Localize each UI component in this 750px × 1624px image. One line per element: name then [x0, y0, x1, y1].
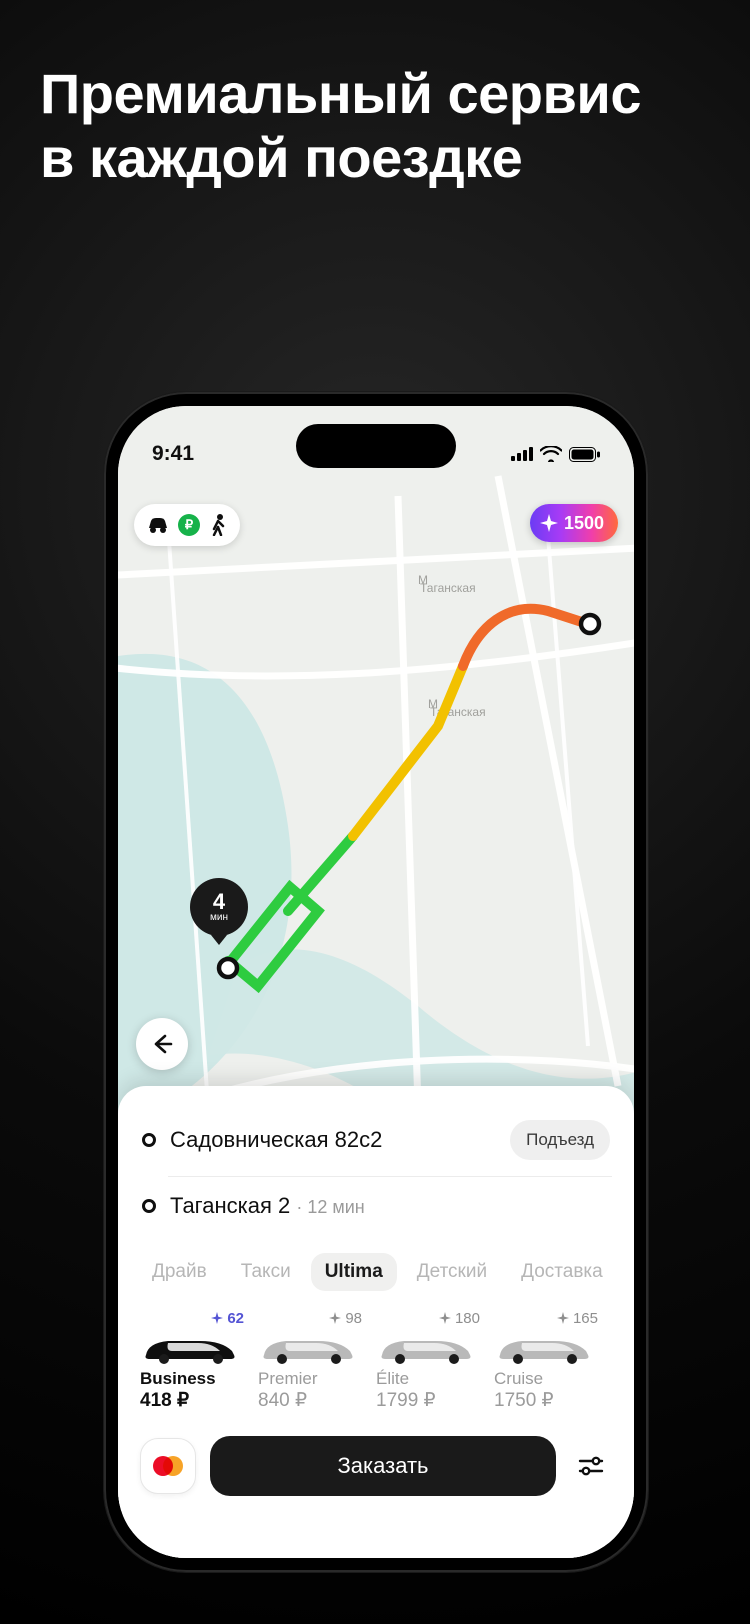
- tariff-points: 165: [494, 1309, 604, 1327]
- car-illustration: [376, 1329, 486, 1363]
- car-illustration: [494, 1329, 604, 1363]
- pickup-dot-icon: [142, 1133, 156, 1147]
- tariff-price: 840 ₽: [258, 1389, 368, 1412]
- plus-points-value: 1500: [564, 513, 604, 534]
- person-walk-icon: [208, 514, 228, 536]
- car-icon: [146, 516, 170, 534]
- ride-options-button[interactable]: [570, 1438, 612, 1494]
- status-indicators: [511, 446, 600, 462]
- tab-детский[interactable]: Детский: [403, 1253, 501, 1291]
- ride-sheet: Садовническая 82с2 Подъезд Таганская 2 ·…: [118, 1086, 634, 1558]
- tariff-name: Business: [140, 1369, 250, 1389]
- svg-text:₽: ₽: [185, 517, 194, 532]
- payment-method-button[interactable]: [140, 1438, 196, 1494]
- order-button-label: Заказать: [338, 1453, 429, 1479]
- destination-row[interactable]: Таганская 2 · 12 мин: [140, 1181, 612, 1231]
- wifi-icon: [540, 446, 562, 462]
- svg-text:М: М: [428, 697, 438, 711]
- ruble-badge-icon: ₽: [178, 514, 200, 536]
- tariff-name: Cruise: [494, 1369, 604, 1389]
- ride-progress-pill[interactable]: ₽: [134, 504, 240, 546]
- tab-доставка[interactable]: Доставка: [507, 1253, 614, 1291]
- dynamic-island: [296, 424, 456, 468]
- tab-такси[interactable]: Такси: [227, 1253, 305, 1291]
- map-label-taganskaya-1: Таганская: [420, 581, 476, 595]
- tariff-name: Premier: [258, 1369, 368, 1389]
- phone-frame: 9:41 Таганская: [104, 392, 648, 1572]
- status-time: 9:41: [152, 442, 194, 466]
- tariff-points: 180: [376, 1309, 486, 1327]
- tariff-premier[interactable]: 98 Premier840 ₽: [258, 1309, 368, 1412]
- order-button[interactable]: Заказать: [210, 1436, 556, 1496]
- mastercard-icon: [153, 1456, 183, 1476]
- tariff-price: 1750 ₽: [494, 1389, 604, 1412]
- tariff-cruise[interactable]: 165 Cruise1750 ₽: [494, 1309, 604, 1412]
- destination-eta: 12 мин: [307, 1197, 364, 1217]
- sliders-icon: [578, 1455, 604, 1477]
- promo-headline: Премиальный сервис в каждой поездке: [40, 62, 710, 191]
- pickup-row[interactable]: Садовническая 82с2 Подъезд: [140, 1108, 612, 1172]
- arrow-left-icon: [151, 1033, 173, 1055]
- headline-line2: в каждой поездке: [40, 126, 710, 190]
- tariff-price: 1799 ₽: [376, 1389, 486, 1412]
- tariff-business[interactable]: 62 Business418 ₽: [140, 1309, 250, 1412]
- row-divider: [168, 1176, 612, 1177]
- dest-dot-icon: [142, 1199, 156, 1213]
- tariff-price: 418 ₽: [140, 1389, 250, 1412]
- svg-text:М: М: [418, 573, 428, 587]
- pickup-address: Садовническая 82с2: [170, 1127, 382, 1153]
- tariff-points: 98: [258, 1309, 368, 1327]
- tariff-classes: 62 Business418 ₽ 98 Premier840 ₽ 180 Élite179…: [140, 1309, 612, 1412]
- destination-address: Таганская 2: [170, 1193, 290, 1218]
- tariff-points: 62: [140, 1309, 250, 1327]
- eta-unit: мин: [210, 913, 228, 923]
- back-button[interactable]: [136, 1018, 188, 1070]
- entrance-chip[interactable]: Подъезд: [510, 1120, 610, 1160]
- headline-line1: Премиальный сервис: [40, 62, 710, 126]
- signal-icon: [511, 447, 533, 461]
- phone-screen: 9:41 Таганская: [118, 406, 634, 1558]
- plus-points-badge[interactable]: 1500: [530, 504, 618, 542]
- tariff-name: Élite: [376, 1369, 486, 1389]
- tab-драйв[interactable]: Драйв: [138, 1253, 221, 1291]
- car-illustration: [140, 1329, 250, 1363]
- car-illustration: [258, 1329, 368, 1363]
- tab-ultima[interactable]: Ultima: [311, 1253, 397, 1291]
- service-tabs: ДрайвТаксиUltimaДетскийДоставка: [138, 1253, 614, 1291]
- battery-icon: [569, 447, 600, 462]
- plus-star-icon: [540, 514, 558, 532]
- eta-value: 4: [213, 891, 225, 913]
- tariff-élite[interactable]: 180 Élite1799 ₽: [376, 1309, 486, 1412]
- action-row: Заказать: [140, 1436, 612, 1500]
- pickup-eta-pin[interactable]: 4 мин: [190, 878, 248, 936]
